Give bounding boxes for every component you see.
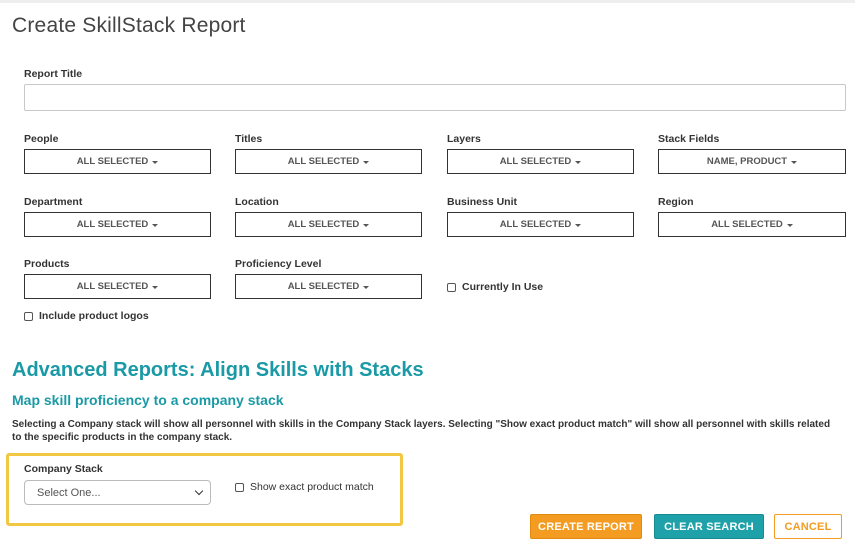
titles-dropdown-value: ALL SELECTED bbox=[287, 156, 360, 167]
caret-down-icon bbox=[363, 223, 370, 227]
people-label: People bbox=[24, 133, 59, 145]
region-dropdown-value: ALL SELECTED bbox=[711, 219, 783, 230]
location-label: Location bbox=[235, 196, 279, 208]
layers-dropdown[interactable]: ALL SELECTED bbox=[447, 149, 634, 174]
include-product-logos-option[interactable]: Include product logos bbox=[24, 310, 149, 322]
currently-in-use-label: Currently In Use bbox=[462, 281, 544, 293]
department-dropdown[interactable]: ALL SELECTED bbox=[24, 212, 211, 237]
layers-dropdown-value: ALL SELECTED bbox=[499, 156, 572, 167]
stack-fields-dropdown-value: NAME, PRODUCT bbox=[706, 156, 788, 167]
titles-label: Titles bbox=[235, 133, 263, 145]
advanced-reports-subheading: Map skill proficiency to a company stack bbox=[12, 392, 284, 408]
department-label: Department bbox=[24, 196, 83, 208]
caret-down-icon bbox=[363, 160, 370, 164]
people-dropdown-value: ALL SELECTED bbox=[76, 156, 149, 167]
include-product-logos-checkbox[interactable] bbox=[24, 311, 33, 321]
products-dropdown-value: ALL SELECTED bbox=[76, 281, 149, 292]
stack-fields-label: Stack Fields bbox=[658, 133, 720, 145]
location-dropdown[interactable]: ALL SELECTED bbox=[235, 212, 422, 237]
proficiency-level-dropdown[interactable]: ALL SELECTED bbox=[235, 274, 422, 299]
advanced-reports-heading: Advanced Reports: Align Skills with Stac… bbox=[12, 359, 424, 381]
caret-down-icon bbox=[152, 285, 159, 289]
stack-fields-dropdown[interactable]: NAME, PRODUCT bbox=[658, 149, 846, 174]
company-stack-label: Company Stack bbox=[24, 463, 103, 475]
advanced-reports-description: Selecting a Company stack will show all … bbox=[12, 419, 831, 443]
company-stack-select[interactable]: Select One... bbox=[24, 480, 211, 505]
report-title-input[interactable] bbox=[24, 84, 846, 111]
location-dropdown-value: ALL SELECTED bbox=[287, 219, 360, 230]
chevron-down-icon bbox=[194, 486, 204, 496]
report-title-label: Report Title bbox=[24, 68, 83, 80]
currently-in-use-option[interactable]: Currently In Use bbox=[447, 281, 543, 293]
exact-product-match-label: Show exact product match bbox=[250, 481, 374, 493]
caret-down-icon bbox=[575, 223, 582, 227]
products-label: Products bbox=[24, 258, 70, 270]
create-report-button[interactable]: CREATE REPORT bbox=[530, 514, 642, 539]
region-label: Region bbox=[658, 196, 694, 208]
people-dropdown[interactable]: ALL SELECTED bbox=[24, 149, 211, 174]
exact-product-match-checkbox[interactable] bbox=[235, 482, 244, 492]
products-dropdown[interactable]: ALL SELECTED bbox=[24, 274, 211, 299]
layers-label: Layers bbox=[447, 133, 481, 145]
caret-down-icon bbox=[152, 160, 159, 164]
company-stack-select-value: Select One... bbox=[37, 486, 101, 499]
exact-product-match-option[interactable]: Show exact product match bbox=[235, 481, 374, 493]
top-divider bbox=[0, 0, 855, 3]
page-title: Create SkillStack Report bbox=[12, 14, 246, 37]
cancel-button[interactable]: CANCEL bbox=[774, 514, 842, 539]
titles-dropdown[interactable]: ALL SELECTED bbox=[235, 149, 422, 174]
caret-down-icon bbox=[152, 223, 159, 227]
caret-down-icon bbox=[791, 160, 798, 164]
region-dropdown[interactable]: ALL SELECTED bbox=[658, 212, 846, 237]
currently-in-use-checkbox[interactable] bbox=[447, 282, 456, 292]
proficiency-level-label: Proficiency Level bbox=[235, 258, 322, 270]
caret-down-icon bbox=[786, 223, 793, 227]
business-unit-dropdown-value: ALL SELECTED bbox=[499, 219, 572, 230]
business-unit-dropdown[interactable]: ALL SELECTED bbox=[447, 212, 634, 237]
clear-search-button[interactable]: CLEAR SEARCH bbox=[654, 514, 764, 539]
caret-down-icon bbox=[363, 285, 370, 289]
proficiency-level-dropdown-value: ALL SELECTED bbox=[287, 281, 360, 292]
department-dropdown-value: ALL SELECTED bbox=[76, 219, 149, 230]
caret-down-icon bbox=[575, 160, 582, 164]
include-product-logos-label: Include product logos bbox=[39, 310, 149, 322]
business-unit-label: Business Unit bbox=[447, 196, 518, 208]
